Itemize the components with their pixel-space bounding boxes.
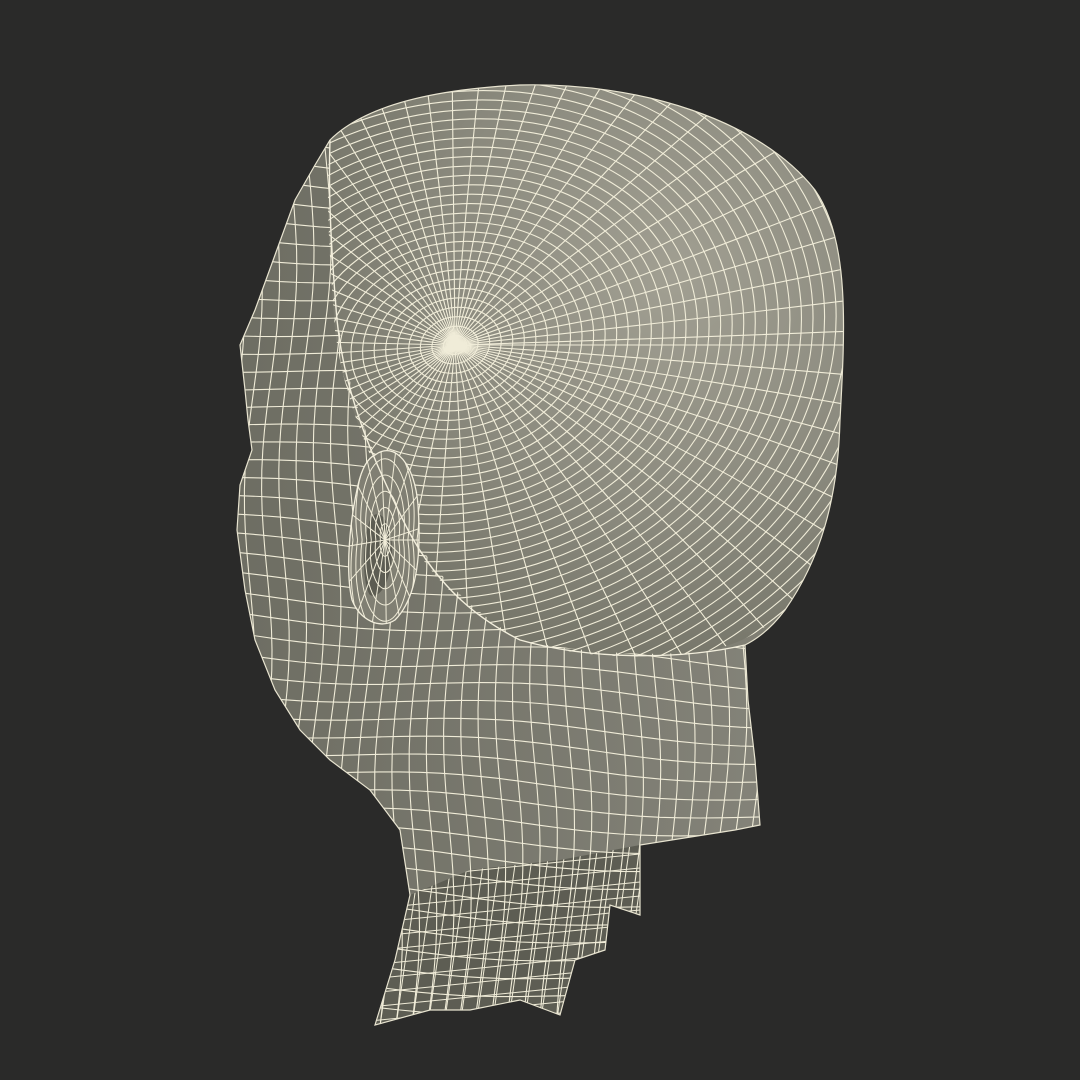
- render-viewport: [0, 0, 1080, 1080]
- head-mesh-render: [0, 0, 1080, 1080]
